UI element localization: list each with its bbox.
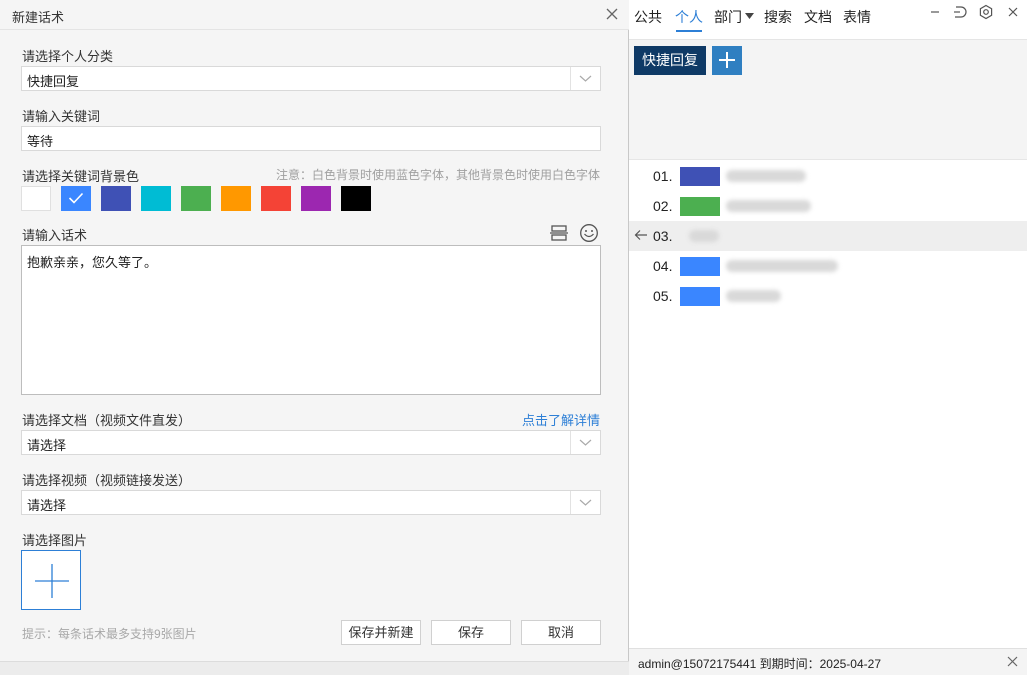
keyword-input[interactable]: 等待 bbox=[21, 126, 601, 151]
tab-bar: 公共 个人 部门 搜索 文档 表情 bbox=[629, 0, 1027, 40]
doc-value: 请选择 bbox=[27, 438, 67, 453]
blurred-text bbox=[689, 230, 719, 242]
category-select[interactable]: 快捷回复 bbox=[21, 66, 601, 91]
arrow-left-icon[interactable] bbox=[634, 229, 648, 241]
color-swatch[interactable] bbox=[61, 186, 91, 211]
dock-icon[interactable] bbox=[952, 4, 968, 20]
list-item[interactable]: 02. bbox=[629, 191, 1027, 221]
list-item[interactable]: 03. bbox=[629, 221, 1027, 251]
account-status: admin@15072175441 到期时间：2025-04-27 bbox=[638, 657, 881, 671]
dialog-header: 新建话术 bbox=[0, 0, 629, 30]
doc-detail-link[interactable]: 点击了解详情 bbox=[522, 410, 600, 429]
list-item[interactable]: 05. bbox=[629, 281, 1027, 311]
video-value: 请选择 bbox=[27, 498, 67, 513]
tab-documents[interactable]: 文档 bbox=[804, 7, 832, 27]
category-label: 请选择个人分类 bbox=[22, 49, 114, 64]
blurred-text bbox=[726, 170, 806, 182]
item-number: 03. bbox=[653, 228, 673, 244]
split-icon[interactable] bbox=[549, 223, 569, 243]
image-hint: 提示：每条话术最多支持9张图片 bbox=[22, 627, 197, 641]
list-item[interactable]: 01. bbox=[629, 161, 1027, 191]
caret-down-icon[interactable] bbox=[745, 13, 754, 19]
image-label: 请选择图片 bbox=[22, 533, 88, 548]
color-note: 注意：白色背景时使用蓝色字体，其他背景色时使用白色字体 bbox=[275, 168, 600, 182]
color-swatch[interactable] bbox=[181, 186, 211, 211]
plus-icon bbox=[35, 564, 69, 598]
plus-icon bbox=[719, 52, 735, 68]
minimize-icon[interactable] bbox=[927, 4, 943, 20]
keyword-tag bbox=[680, 167, 720, 186]
color-label: 请选择关键词背景色 bbox=[22, 169, 140, 184]
chevron-down-icon[interactable] bbox=[570, 491, 600, 514]
tab-public[interactable]: 公共 bbox=[634, 7, 662, 27]
save-and-new-button[interactable]: 保存并新建 bbox=[341, 620, 421, 645]
keyword-label: 请输入关键词 bbox=[22, 109, 101, 124]
category-toolbar: 快捷回复 bbox=[629, 40, 1027, 160]
keyword-tag bbox=[680, 197, 720, 216]
keyword-value: 等待 bbox=[27, 134, 54, 149]
keyword-tag bbox=[680, 287, 720, 306]
color-swatch[interactable] bbox=[101, 186, 131, 211]
script-label: 请输入话术 bbox=[22, 228, 88, 243]
doc-label: 请选择文档（视频文件直发） bbox=[22, 413, 192, 428]
color-swatch[interactable] bbox=[301, 186, 331, 211]
color-swatch[interactable] bbox=[21, 186, 51, 211]
cancel-button[interactable]: 取消 bbox=[521, 620, 601, 645]
close-icon[interactable] bbox=[1005, 4, 1021, 20]
color-swatch[interactable] bbox=[341, 186, 371, 211]
save-button[interactable]: 保存 bbox=[431, 620, 511, 645]
close-icon[interactable] bbox=[1006, 655, 1019, 668]
keyword-tag bbox=[680, 257, 720, 276]
blurred-text bbox=[726, 260, 838, 272]
list-item[interactable]: 04. bbox=[629, 251, 1027, 281]
active-tab-indicator bbox=[676, 30, 702, 32]
script-textarea[interactable]: 抱歉亲亲，您久等了。 bbox=[21, 245, 601, 395]
tab-personal[interactable]: 个人 bbox=[675, 7, 703, 27]
blurred-text bbox=[726, 200, 811, 212]
settings-icon[interactable] bbox=[978, 4, 994, 20]
quick-reply-panel: 公共 个人 部门 搜索 文档 表情 快捷回复 01. 02. 03. 04. 0… bbox=[629, 0, 1027, 675]
item-number: 01. bbox=[653, 168, 673, 184]
item-number: 04. bbox=[653, 258, 673, 274]
background-window-strip bbox=[0, 661, 629, 675]
new-script-dialog: 新建话术 请选择个人分类 快捷回复 请输入关键词 等待 请选择关键词背景色 注意… bbox=[0, 0, 629, 675]
color-swatch[interactable] bbox=[141, 186, 171, 211]
blurred-text bbox=[726, 290, 781, 302]
script-list: 01. 02. 03. 04. 05. bbox=[629, 161, 1027, 311]
image-upload[interactable] bbox=[21, 550, 81, 610]
tab-department[interactable]: 部门 bbox=[714, 7, 742, 27]
video-label: 请选择视频（视频链接发送） bbox=[22, 473, 192, 488]
dialog-title: 新建话术 bbox=[12, 10, 65, 25]
check-icon bbox=[68, 192, 84, 204]
status-bar: admin@15072175441 到期时间：2025-04-27 bbox=[629, 648, 1027, 675]
item-number: 02. bbox=[653, 198, 673, 214]
category-chip[interactable]: 快捷回复 bbox=[634, 46, 706, 75]
close-icon[interactable] bbox=[601, 3, 623, 25]
color-swatch[interactable] bbox=[261, 186, 291, 211]
chevron-down-icon[interactable] bbox=[570, 67, 600, 90]
chevron-down-icon[interactable] bbox=[570, 431, 600, 454]
tab-search[interactable]: 搜索 bbox=[764, 7, 792, 27]
video-select[interactable]: 请选择 bbox=[21, 490, 601, 515]
doc-select[interactable]: 请选择 bbox=[21, 430, 601, 455]
emoji-icon[interactable] bbox=[579, 223, 599, 243]
add-category-button[interactable] bbox=[712, 46, 742, 75]
category-value: 快捷回复 bbox=[27, 74, 80, 89]
item-number: 05. bbox=[653, 288, 673, 304]
tab-emoji[interactable]: 表情 bbox=[843, 7, 871, 27]
color-swatch[interactable] bbox=[221, 186, 251, 211]
